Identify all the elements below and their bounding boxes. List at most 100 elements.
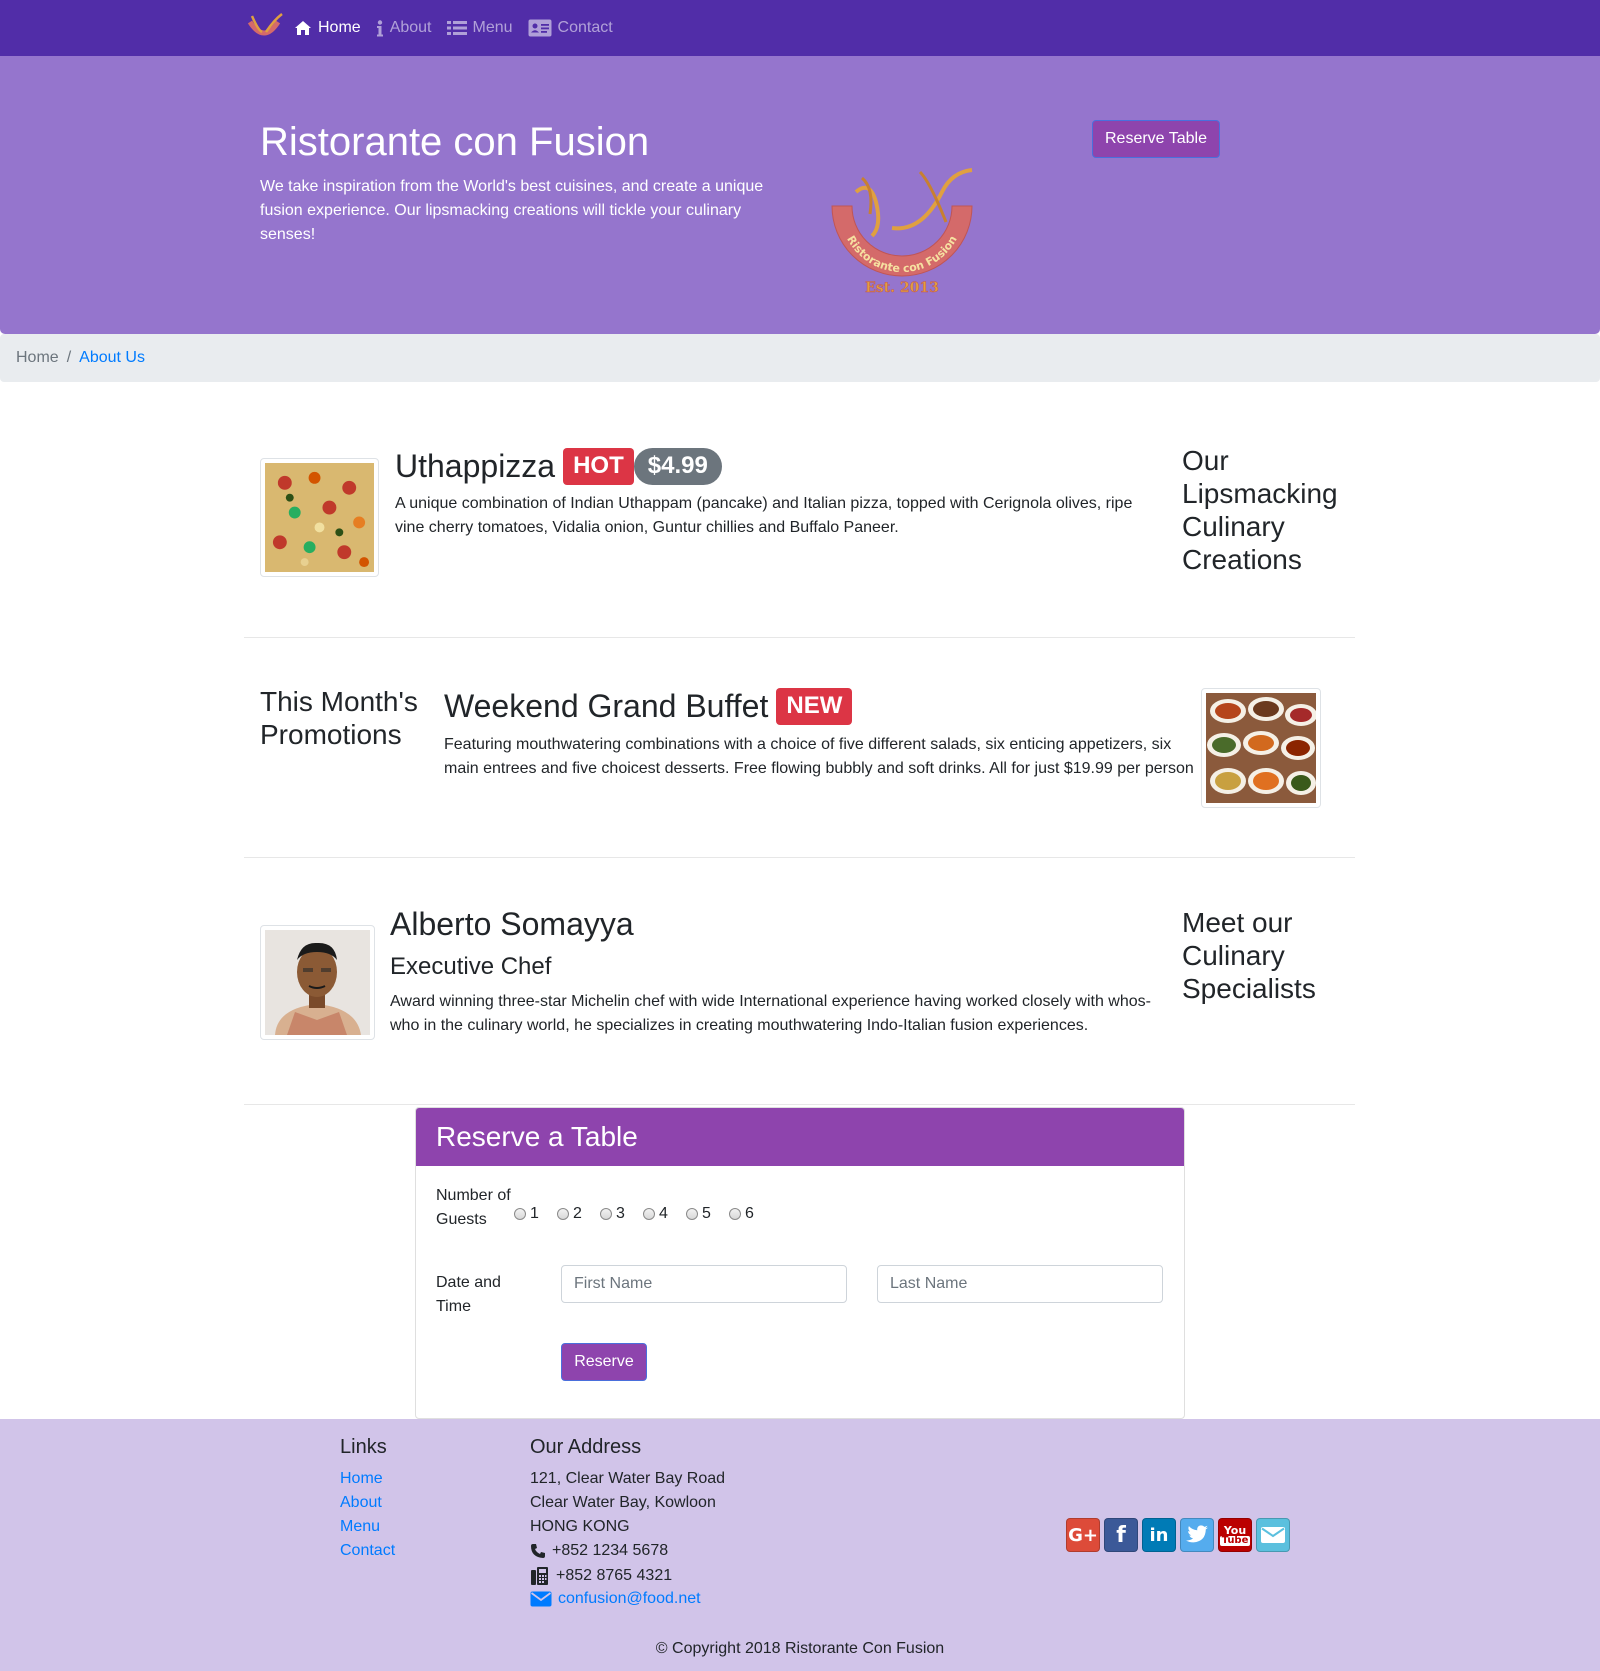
linkedin-icon[interactable]: in [1142,1518,1176,1552]
restaurant-tagline: We take inspiration from the World's bes… [260,178,764,243]
promotion-image [1201,688,1321,808]
leader-description: Award winning three-star Michelin chef w… [390,993,1151,1034]
dish-title: Uthappizza HOT $4.99 [395,447,722,485]
footer-link-contact[interactable]: Contact [340,1542,395,1560]
envelope-icon [530,1591,552,1607]
svg-text:Est. 2013: Est. 2013 [865,280,939,296]
footer-link-about[interactable]: About [340,1494,382,1512]
breadcrumb-active: About Us [79,349,145,366]
pizza-image [265,463,374,572]
phone-row: +852 1234 5678 [530,1542,668,1560]
address-line-2: Clear Water Bay, Kowloon [530,1494,716,1511]
guests-option-label: 5 [702,1205,711,1222]
promotion-title: Weekend Grand Buffet NEW [444,687,853,725]
guests-option-3[interactable]: 3 [600,1205,643,1223]
nav-contact-label: Contact [557,19,613,36]
leader-designation: Executive Chef [390,953,552,980]
radio-circle[interactable] [686,1208,698,1220]
radio-circle[interactable] [600,1208,612,1220]
nav-about-label: About [389,19,432,36]
footer-link-home[interactable]: Home [340,1470,383,1488]
fax-row: +852 8765 4321 [530,1566,672,1586]
reserve-submit-button[interactable]: Reserve [561,1343,647,1381]
restaurant-title: Ristorante con Fusion [260,120,650,164]
email-link[interactable]: confusion@food.net [558,1590,701,1608]
info-icon [376,19,383,36]
row-divider [244,637,1355,638]
buffet-image [1206,693,1316,803]
guests-option-1[interactable]: 1 [514,1205,557,1223]
footer-links-heading: Links [340,1436,387,1458]
row-divider [244,857,1355,858]
last-name-input[interactable]: Last Name [877,1265,1163,1303]
google-plus-icon[interactable]: G+ [1066,1518,1100,1552]
navbar: Home About Menu Contact [0,0,1600,56]
breadcrumb-home[interactable]: Home [16,349,59,367]
guests-option-label: 4 [659,1205,668,1222]
breadcrumb: Home / About Us [0,334,1600,382]
guests-radio-group: 1 2 3 4 5 6 [514,1205,772,1223]
radio-circle[interactable] [557,1208,569,1220]
nav-contact[interactable]: Contact [528,19,613,37]
footer-address-heading: Our Address [530,1436,642,1458]
facebook-icon[interactable]: f [1104,1518,1138,1552]
promotions-section-heading: This Month's Promotions [260,686,418,750]
address-line-3: HONG KONG [530,1518,630,1535]
guests-option-label: 2 [573,1205,582,1222]
promotion-name: Weekend Grand Buffet [444,688,769,724]
datetime-label: Date and Time [436,1274,501,1315]
dish-image [260,458,379,577]
address-line-1: 121, Clear Water Bay Road [530,1470,726,1487]
reserve-table-card: Reserve a Table Number of Guests 1 2 3 4… [415,1107,1185,1419]
jumbotron: Ristorante con Fusion We take inspiratio… [0,56,1600,334]
social-buttons: G+ f in You Tube [1066,1518,1290,1552]
restaurant-logo: Ristorante con Fusion Est. 2013 [831,168,973,296]
phone-number: +852 1234 5678 [552,1542,669,1559]
list-icon [446,21,467,35]
guests-option-2[interactable]: 2 [557,1205,600,1223]
row-divider [244,1104,1355,1105]
first-name-input[interactable]: First Name [561,1265,847,1303]
nav-menu[interactable]: Menu [446,19,513,37]
reserve-table-button[interactable]: Reserve Table [1092,120,1220,158]
radio-circle[interactable] [643,1208,655,1220]
copyright-text: © Copyright 2018 Ristorante Con Fusion [655,1640,945,1657]
breadcrumb-separator: / [66,349,72,366]
email-row: confusion@food.net [530,1590,701,1608]
guests-option-label: 3 [616,1205,625,1222]
twitter-icon[interactable] [1180,1518,1214,1552]
nav-menu-label: Menu [472,19,513,36]
footer: Links Home About Menu Contact Our Addres… [0,1419,1600,1671]
reserve-card-title: Reserve a Table [416,1108,1184,1166]
new-badge: NEW [776,687,853,725]
radio-circle[interactable] [729,1208,741,1220]
brand-logo[interactable] [244,10,284,44]
chef-portrait [265,930,370,1035]
nav-home[interactable]: Home [294,19,361,37]
nav-about[interactable]: About [376,19,432,37]
guests-option-label: 1 [530,1205,539,1222]
fax-number: +852 8765 4321 [556,1567,673,1584]
leader-image [260,925,375,1040]
fax-icon [531,1567,548,1585]
price-badge: $4.99 [633,447,722,485]
radio-circle[interactable] [514,1208,526,1220]
dish-name: Uthappizza [395,448,556,484]
home-icon [295,21,311,35]
youtube-icon[interactable]: You Tube [1218,1518,1252,1552]
nav-home-label: Home [318,19,361,36]
dish-description: A unique combination of Indian Uthappam … [395,495,1133,536]
leader-name: Alberto Somayya [390,906,634,942]
footer-link-menu[interactable]: Menu [340,1518,380,1536]
guests-option-4[interactable]: 4 [643,1205,686,1223]
phone-icon [531,1544,545,1558]
guests-option-5[interactable]: 5 [686,1205,729,1223]
guests-option-label: 6 [745,1205,754,1222]
leaders-section-heading: Meet our Culinary Specialists [1182,907,1316,1004]
guests-option-6[interactable]: 6 [729,1205,772,1223]
hot-badge: HOT [563,447,634,485]
address-card-icon [528,19,552,37]
guests-label: Number of Guests [436,1187,511,1228]
email-icon[interactable] [1256,1518,1290,1552]
dishes-section-heading: Our Lipsmacking Culinary Creations [1182,445,1338,575]
